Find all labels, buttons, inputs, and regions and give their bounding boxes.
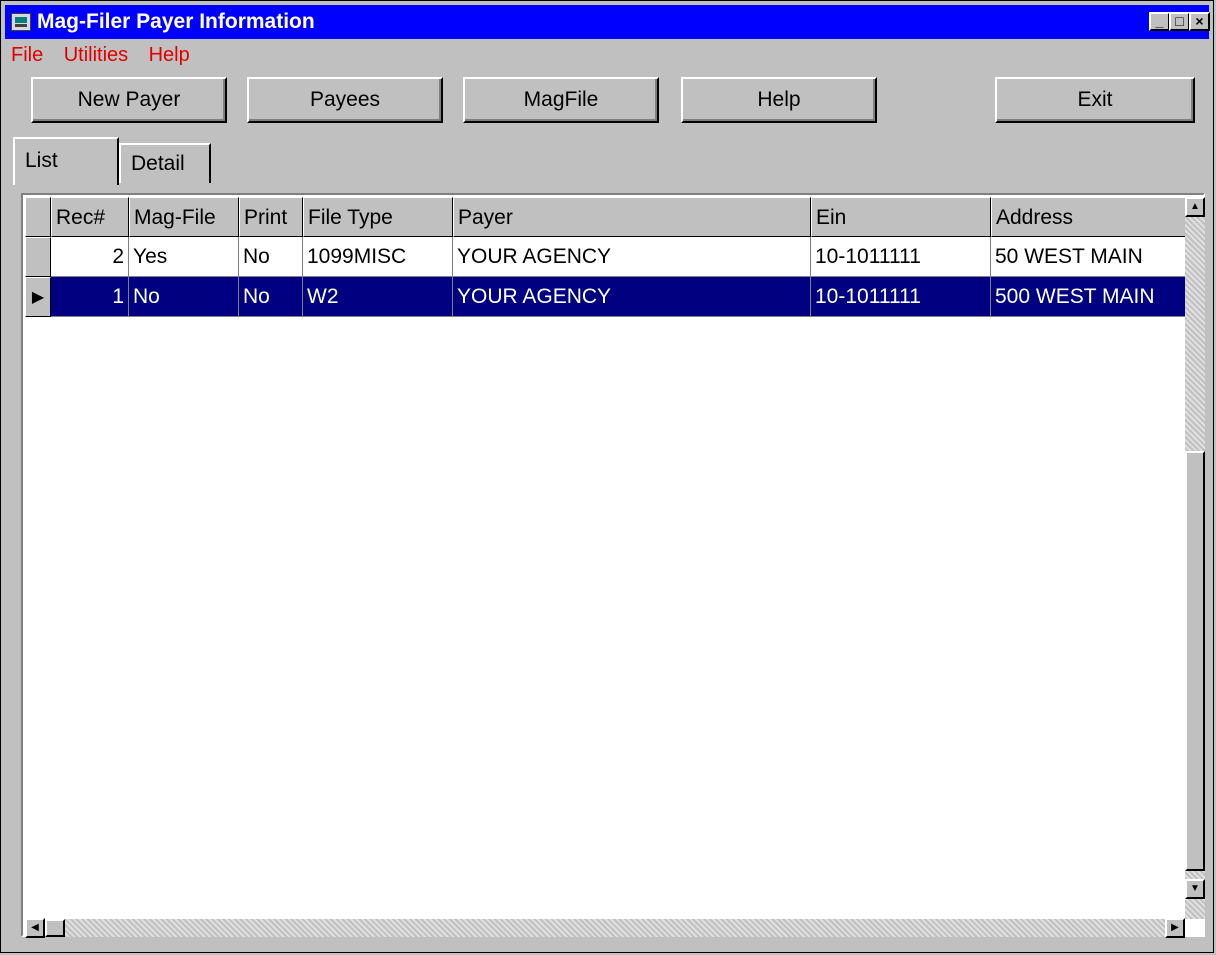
horizontal-scrollbar[interactable]: ◀ ▶ bbox=[25, 918, 1185, 938]
scroll-down-icon[interactable]: ▼ bbox=[1185, 879, 1205, 899]
exit-button[interactable]: Exit bbox=[995, 77, 1195, 123]
table-row-selected[interactable]: ▶ 1 No No W2 YOUR AGENCY 10-1011111 500 … bbox=[25, 277, 1185, 317]
grid-body: Rec# Mag-File Print File Type Payer Ein … bbox=[25, 197, 1185, 919]
main-window: Mag-Filer Payer Information _ □ × File U… bbox=[0, 0, 1214, 953]
menu-bar: File Utilities Help bbox=[5, 41, 200, 69]
grid-header: Rec# Mag-File Print File Type Payer Ein … bbox=[25, 197, 1185, 237]
cell-ein[interactable]: 10-1011111 bbox=[811, 237, 991, 277]
payer-grid: Rec# Mag-File Print File Type Payer Ein … bbox=[21, 193, 1205, 938]
column-header-ein[interactable]: Ein bbox=[811, 197, 991, 237]
header-indicator bbox=[25, 197, 51, 237]
cell-print[interactable]: No bbox=[239, 277, 303, 317]
vertical-scroll-thumb[interactable] bbox=[1185, 451, 1205, 871]
triangle-right-icon[interactable]: ▶ bbox=[25, 277, 51, 317]
cell-ein[interactable]: 10-1011111 bbox=[811, 277, 991, 317]
cell-address[interactable]: 500 WEST MAIN bbox=[991, 277, 1185, 317]
table-row[interactable]: 2 Yes No 1099MISC YOUR AGENCY 10-1011111… bbox=[25, 237, 1185, 277]
column-header-print[interactable]: Print bbox=[239, 197, 303, 237]
cell-file-type[interactable]: W2 bbox=[303, 277, 453, 317]
new-payer-button[interactable]: New Payer bbox=[31, 77, 227, 123]
menu-utilities[interactable]: Utilities bbox=[64, 41, 128, 69]
cell-print[interactable]: No bbox=[239, 237, 303, 277]
column-header-rec[interactable]: Rec# bbox=[51, 197, 129, 237]
vertical-scrollbar[interactable]: ▲ ▼ bbox=[1185, 197, 1205, 919]
cell-address[interactable]: 50 WEST MAIN bbox=[991, 237, 1185, 277]
magfile-button[interactable]: MagFile bbox=[463, 77, 659, 123]
tab-detail[interactable]: Detail bbox=[119, 143, 211, 183]
cell-payer[interactable]: YOUR AGENCY bbox=[453, 237, 811, 277]
scroll-right-icon[interactable]: ▶ bbox=[1165, 918, 1185, 938]
scroll-left-icon[interactable]: ◀ bbox=[25, 918, 45, 938]
minimize-button[interactable]: _ bbox=[1149, 12, 1170, 31]
payees-button[interactable]: Payees bbox=[247, 77, 443, 123]
tab-list[interactable]: List bbox=[13, 137, 119, 185]
column-header-payer[interactable]: Payer bbox=[453, 197, 811, 237]
cell-file-type[interactable]: 1099MISC bbox=[303, 237, 453, 277]
close-button[interactable]: × bbox=[1189, 12, 1210, 31]
title-bar: Mag-Filer Payer Information _ □ × bbox=[5, 5, 1210, 39]
maximize-button[interactable]: □ bbox=[1169, 12, 1190, 31]
column-header-address[interactable]: Address bbox=[991, 197, 1185, 237]
cell-magfile[interactable]: No bbox=[129, 277, 239, 317]
menu-file[interactable]: File bbox=[11, 41, 43, 69]
cell-payer[interactable]: YOUR AGENCY bbox=[453, 277, 811, 317]
help-button[interactable]: Help bbox=[681, 77, 877, 123]
app-icon[interactable] bbox=[11, 13, 31, 31]
window-title: Mag-Filer Payer Information bbox=[37, 10, 315, 33]
cell-magfile[interactable]: Yes bbox=[129, 237, 239, 277]
column-header-file-type[interactable]: File Type bbox=[303, 197, 453, 237]
cell-rec[interactable]: 1 bbox=[51, 277, 129, 317]
scroll-up-icon[interactable]: ▲ bbox=[1185, 197, 1205, 217]
row-indicator[interactable] bbox=[25, 237, 51, 277]
horizontal-scroll-thumb[interactable] bbox=[45, 919, 65, 937]
cell-rec[interactable]: 2 bbox=[51, 237, 129, 277]
menu-help[interactable]: Help bbox=[149, 41, 190, 69]
column-header-magfile[interactable]: Mag-File bbox=[129, 197, 239, 237]
